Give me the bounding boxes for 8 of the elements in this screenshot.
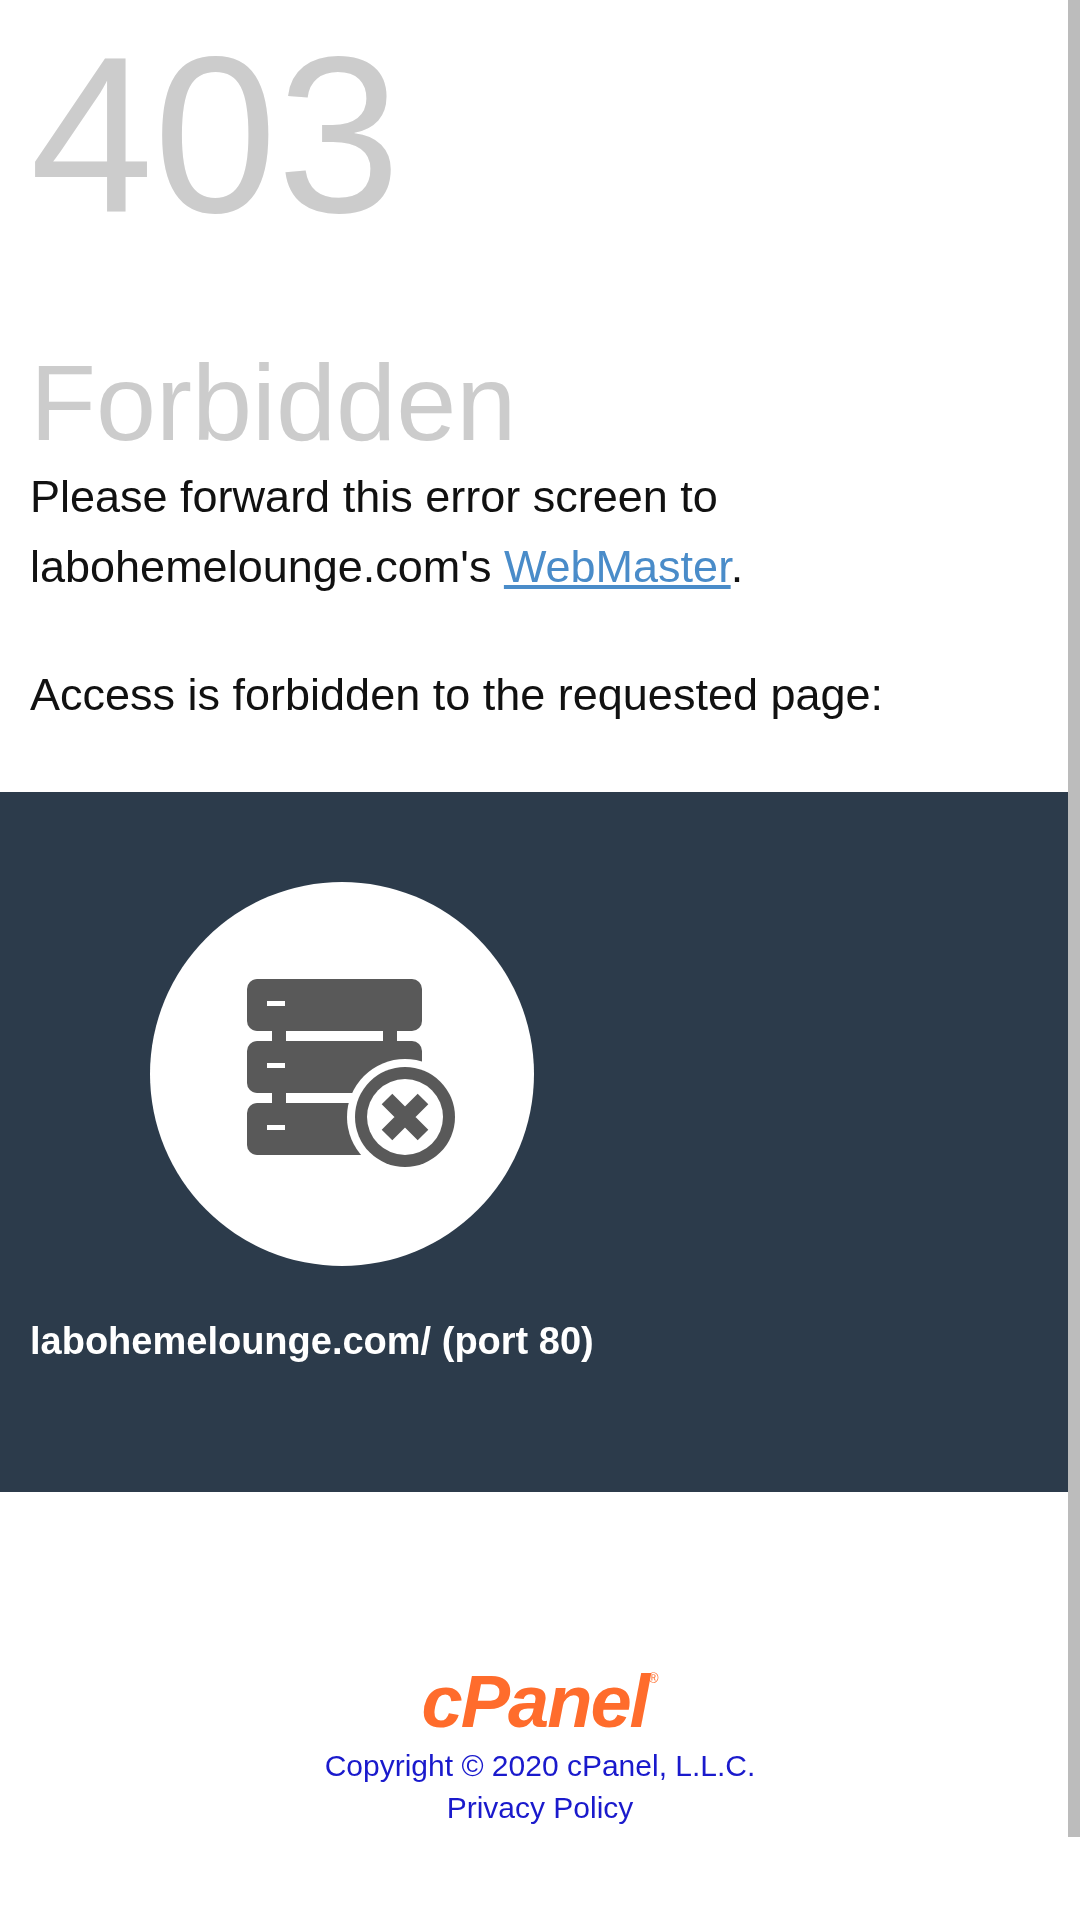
error-message: Please forward this error screen to labohemelounge.com's WebMaster. xyxy=(30,470,745,594)
access-message: Access is forbidden to the requested page: xyxy=(30,668,885,722)
privacy-policy-link[interactable]: Privacy Policy xyxy=(446,1788,634,1828)
webmaster-link[interactable]: WebMaster xyxy=(503,541,731,592)
cpanel-logo: cPanel xyxy=(421,1662,649,1742)
copyright-text: Copyright © 2020 cPanel, L.L.C. xyxy=(324,1748,756,1784)
host-text: labohemelounge.com/ (port 80) xyxy=(30,1319,595,1364)
scrollbar[interactable] xyxy=(1068,0,1080,1837)
